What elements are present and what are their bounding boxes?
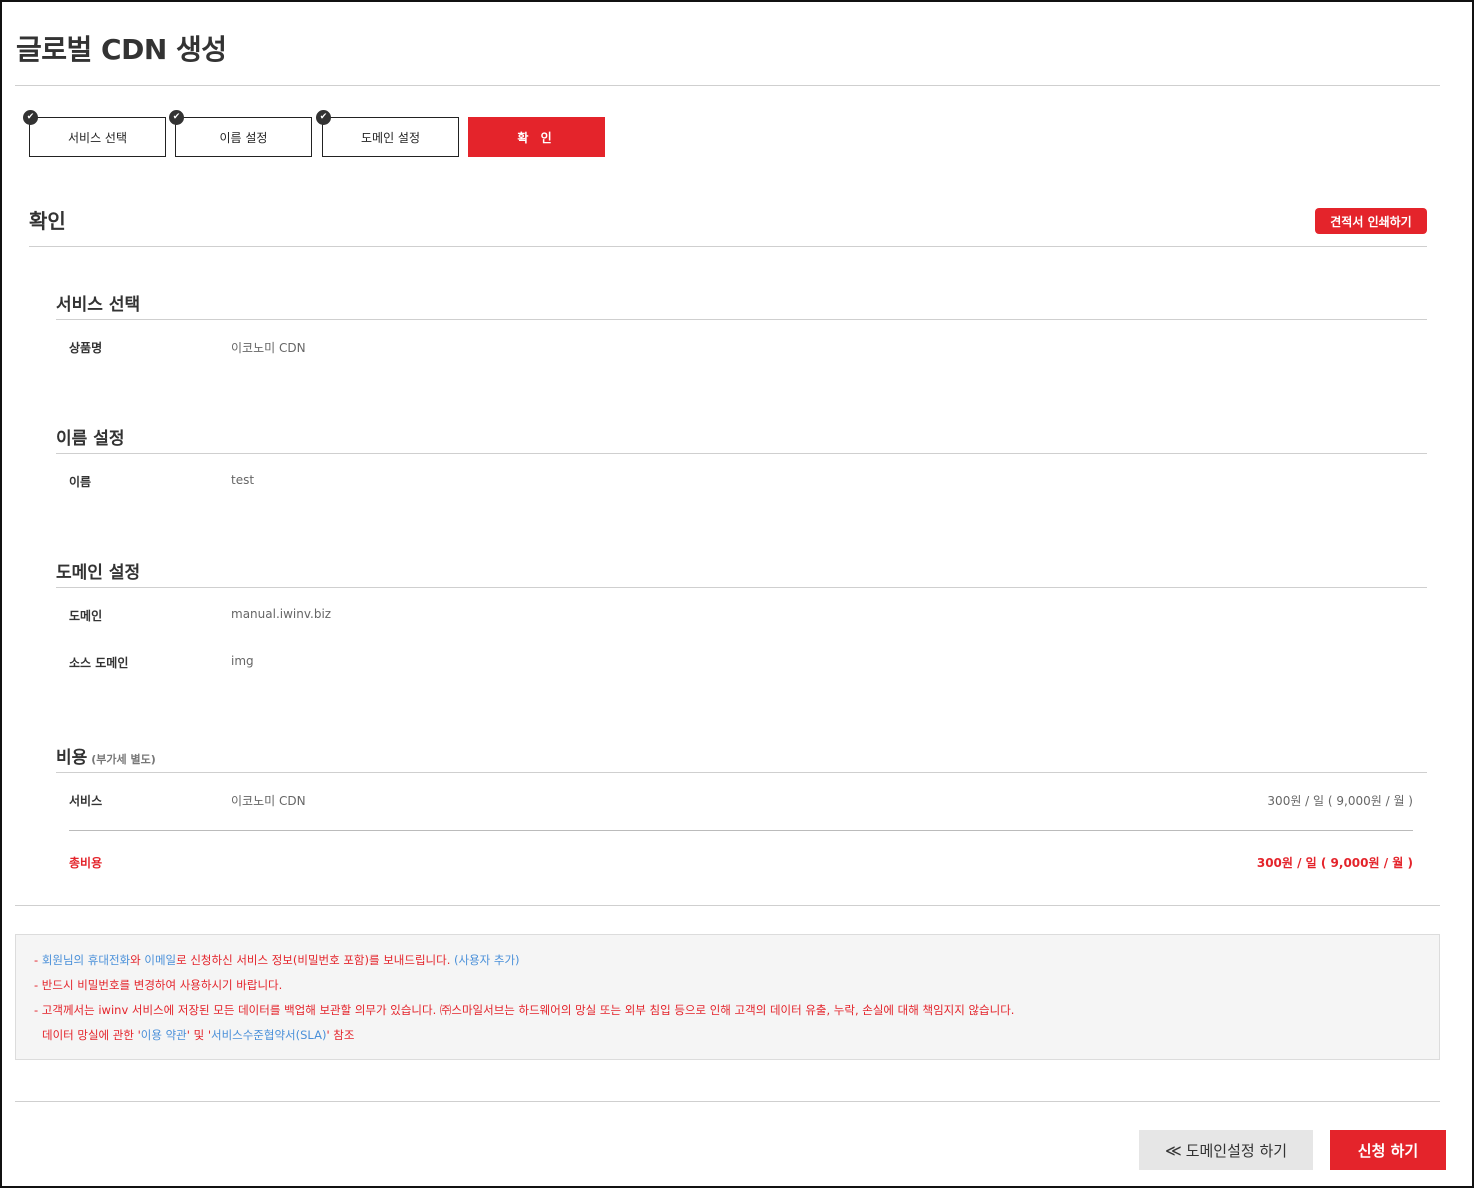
name-section-title: 이름 설정: [56, 429, 125, 449]
cost-section-title: 비용 (부가세 별도): [56, 743, 156, 768]
cost-end-divider: [15, 905, 1440, 906]
back-to-domain-button[interactable]: ≪ 도메인설정 하기: [1139, 1130, 1313, 1170]
name-value: test: [231, 473, 255, 487]
product-name-value: 이코노미 CDN: [231, 341, 306, 355]
cost-title: 비용: [56, 748, 88, 768]
notice-text: 와: [130, 953, 145, 967]
notice-line-4: 데이터 망실에 관한 '이용 약관' 및 '서비스수준협약서(SLA)' 참조: [34, 1026, 1421, 1051]
notice-text: -: [34, 953, 42, 967]
double-chevron-left-icon: ≪: [1164, 1140, 1182, 1160]
confirm-section-title: 확인: [29, 209, 66, 233]
step-service-select[interactable]: ✔ 서비스 선택: [23, 110, 166, 157]
notice-line-2: - 반드시 비밀번호를 변경하여 사용하시기 바랍니다.: [34, 978, 283, 992]
total-divider: [69, 830, 1413, 831]
cost-service-value: 이코노미 CDN: [231, 794, 306, 808]
print-estimate-button[interactable]: 견적서 인쇄하기: [1315, 208, 1427, 234]
source-domain-value: img: [231, 654, 254, 668]
domain-section-title: 도메인 설정: [56, 563, 141, 583]
cost-service-label: 서비스: [69, 794, 103, 808]
notice-text: ' 및 ': [186, 1028, 211, 1042]
check-icon: ✔: [316, 110, 331, 125]
service-divider: [56, 319, 1427, 320]
cost-service-price: 300원 / 일 ( 9,000원 / 월 ): [1267, 794, 1413, 808]
step-label: 서비스 선택: [67, 130, 127, 145]
cost-divider: [56, 772, 1427, 773]
step-label: 이름 설정: [219, 130, 268, 145]
sla-link[interactable]: 서비스수준협약서(SLA): [211, 1028, 326, 1042]
step-label: 도메인 설정: [360, 130, 420, 145]
check-icon: ✔: [169, 110, 184, 125]
footer-divider: [15, 1101, 1440, 1102]
step-name-setting[interactable]: ✔ 이름 설정: [169, 110, 312, 157]
notice-line-3: - 고객께서는 iwinv 서비스에 저장된 모든 데이터를 백업해 보관할 의…: [34, 1003, 1015, 1017]
notice-box: - 회원님의 휴대전화와 이메일로 신청하신 서비스 정보(비밀번호 포함)를 …: [15, 934, 1440, 1060]
back-button-label: 도메인설정 하기: [1185, 1141, 1288, 1160]
product-name-label: 상품명: [69, 341, 103, 355]
step-confirm[interactable]: 확 인: [468, 117, 605, 157]
page-title: 글로벌 CDN 생성: [16, 33, 227, 66]
notice-text: 데이터 망실에 관한 ': [42, 1028, 141, 1042]
domain-label: 도메인: [69, 609, 103, 623]
confirm-divider: [29, 246, 1427, 247]
domain-divider: [56, 587, 1427, 588]
domain-value: manual.iwinv.biz: [231, 607, 332, 621]
email-link[interactable]: 이메일: [144, 953, 176, 967]
step-domain-setting[interactable]: ✔ 도메인 설정: [316, 110, 459, 157]
notice-text: ' 참조: [326, 1028, 355, 1042]
submit-button[interactable]: 신청 하기: [1330, 1130, 1446, 1170]
add-user-link[interactable]: (사용자 추가): [454, 953, 520, 967]
service-section-title: 서비스 선택: [56, 295, 141, 315]
source-domain-label: 소스 도메인: [69, 656, 129, 670]
notice-text: 로 신청하신 서비스 정보(비밀번호 포함)를 보내드립니다.: [176, 953, 455, 967]
title-divider: [15, 85, 1440, 86]
vat-note: (부가세 별도): [91, 753, 156, 766]
notice-line-1: - 회원님의 휴대전화와 이메일로 신청하신 서비스 정보(비밀번호 포함)를 …: [34, 951, 1421, 976]
total-cost-label: 총비용: [69, 856, 103, 870]
terms-link[interactable]: 이용 약관: [141, 1028, 187, 1042]
total-cost-price: 300원 / 일 ( 9,000원 / 월 ): [1256, 856, 1413, 870]
name-label: 이름: [69, 475, 92, 489]
name-divider: [56, 453, 1427, 454]
step-label: 확 인: [517, 130, 556, 145]
mobile-phone-link[interactable]: 회원님의 휴대전화: [42, 953, 130, 967]
check-icon: ✔: [23, 110, 38, 125]
